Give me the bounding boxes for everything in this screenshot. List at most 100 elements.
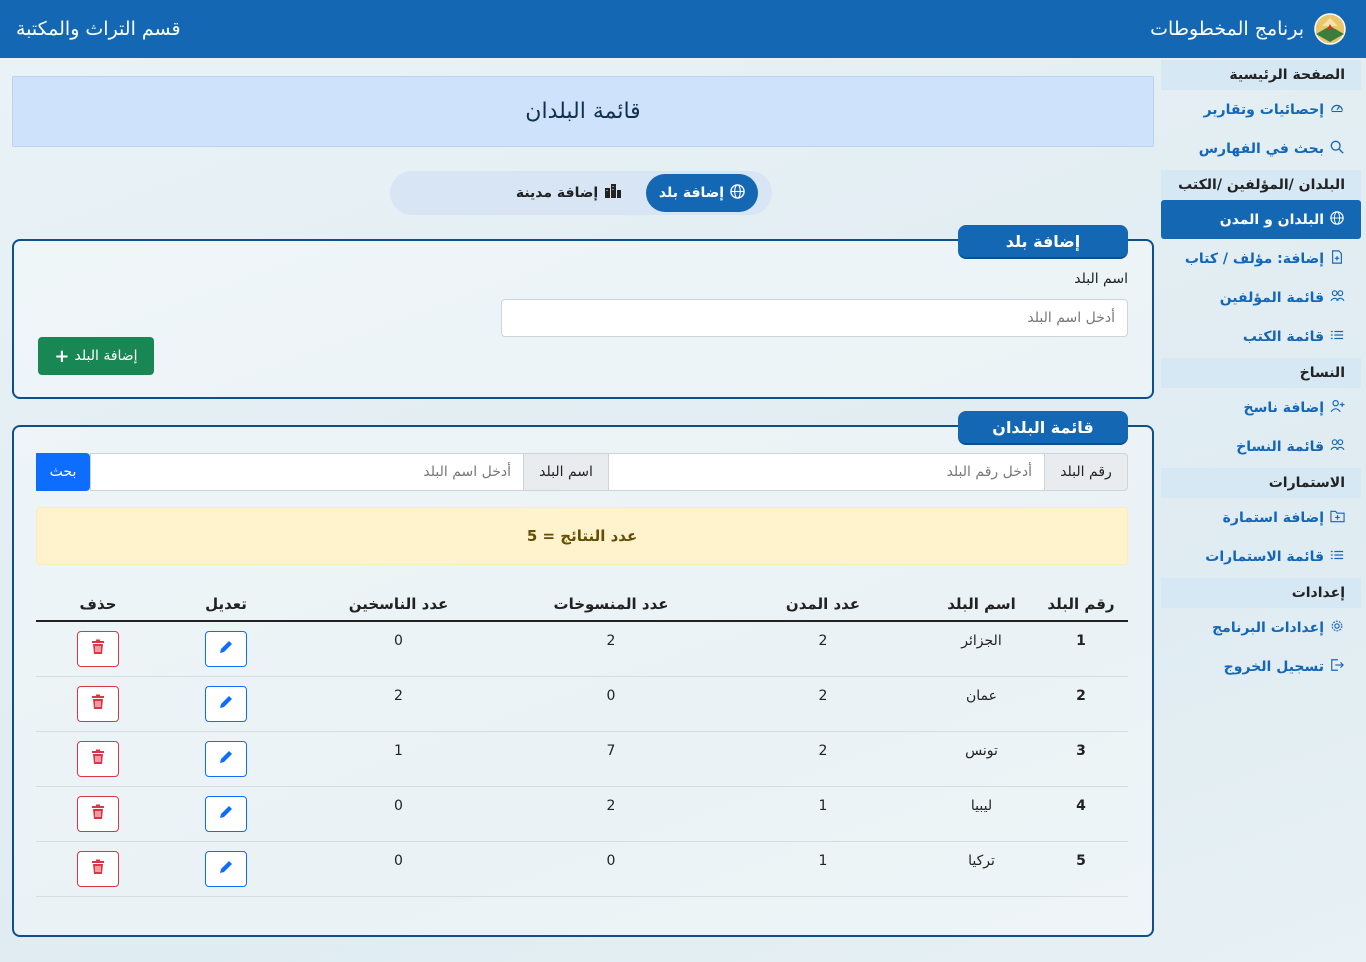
sidebar-section-heading[interactable]: النساخ xyxy=(1161,358,1361,388)
edit-button[interactable] xyxy=(205,850,247,887)
manuscript-count-cell: 2 xyxy=(505,621,717,677)
gear-icon xyxy=(1329,619,1345,637)
country-list-card: قائمة البلدان رقم البلد أدخل رقم البلد ا… xyxy=(12,411,1154,937)
add-country-button[interactable]: إضافة البلد + xyxy=(38,337,154,375)
table-row: 2 عمان 2 0 2 xyxy=(36,676,1128,732)
sidebar-item[interactable]: قائمة الاستمارات xyxy=(1161,537,1361,576)
delete-cell xyxy=(36,731,160,787)
country-name-cell: تونس xyxy=(929,731,1034,787)
country-name-cell: الجزائر xyxy=(929,621,1034,677)
tab-add-country[interactable]: إضافة بلد xyxy=(646,174,758,212)
sidebar-item[interactable]: إضافة: مؤلف / كتاب xyxy=(1161,239,1361,278)
country-number-cell: 1 xyxy=(1034,621,1128,677)
countries-table: رقم البلد اسم البلد عدد المدن عدد المنسوخات… xyxy=(36,587,1128,897)
person-plus-icon xyxy=(1329,399,1345,417)
sidebar-item-label: قائمة الاستمارات xyxy=(1205,548,1324,565)
tab-add-country-label: إضافة بلد xyxy=(658,185,725,201)
page-title: قائمة البلدان xyxy=(12,76,1154,147)
edit-cell xyxy=(160,841,292,897)
delete-button[interactable] xyxy=(77,850,119,887)
table-row: 4 ليبيا 1 2 0 xyxy=(36,786,1128,842)
sidebar-item-label: إعدادات البرنامج xyxy=(1212,619,1324,636)
column-header: عدد المنسوخات xyxy=(505,587,717,622)
globe-icon xyxy=(730,183,745,203)
results-count: عدد النتائج = 5 xyxy=(36,507,1128,565)
country-number-cell: 3 xyxy=(1034,731,1128,787)
add-country-card-tab: إضافة بلد xyxy=(958,225,1128,259)
app-logo-icon xyxy=(1310,12,1350,46)
trash-icon xyxy=(91,749,105,769)
manuscript-count-cell: 0 xyxy=(505,676,717,732)
sidebar-item-label: قائمة الكتب xyxy=(1242,328,1324,345)
num-search-label: رقم البلد xyxy=(1044,453,1128,491)
edit-button[interactable] xyxy=(205,685,247,722)
copyist-count-cell: 1 xyxy=(292,731,505,787)
sidebar-item-label: إضافة استمارة xyxy=(1222,509,1324,526)
pencil-icon xyxy=(218,804,234,824)
search-button[interactable]: بحث xyxy=(36,453,90,491)
country-name-cell: عمان xyxy=(929,676,1034,732)
delete-button[interactable] xyxy=(77,631,119,667)
sidebar-item[interactable]: قائمة الكتب xyxy=(1161,317,1361,356)
form-toggle: إضافة بلد إضافة مدينة xyxy=(390,171,772,215)
sidebar-item[interactable]: قائمة المؤلفين xyxy=(1161,278,1361,317)
num-search-input[interactable]: أدخل رقم البلد xyxy=(608,453,1044,491)
city-count-cell: 2 xyxy=(717,731,929,787)
sidebar-item[interactable]: إضافة استمارة xyxy=(1161,498,1361,537)
tab-add-city[interactable]: إضافة مدينة xyxy=(504,174,634,212)
city-count-cell: 1 xyxy=(717,841,929,897)
sidebar: الصفحة الرئيسية إحصائيات وتقارير بحث في ال… xyxy=(1161,58,1361,686)
sidebar-section-heading[interactable]: الصفحة الرئيسية xyxy=(1161,60,1361,90)
delete-button[interactable] xyxy=(77,795,119,832)
main-content: قائمة البلدان إضافة بلد إضافة مدينة إضاف… xyxy=(12,58,1154,937)
column-header: عدد المدن xyxy=(717,587,929,622)
country-name-cell: تركيا xyxy=(929,841,1034,897)
edit-button[interactable] xyxy=(205,740,247,777)
sidebar-item[interactable]: قائمة النساخ xyxy=(1161,427,1361,466)
add-country-button-label: إضافة البلد xyxy=(74,348,138,364)
people-icon xyxy=(1329,289,1345,307)
copyist-count-cell: 0 xyxy=(292,786,505,842)
sidebar-item[interactable]: بحث في الفهارس xyxy=(1161,129,1361,168)
column-header: تعديل xyxy=(160,587,292,622)
country-number-cell: 2 xyxy=(1034,676,1128,732)
search-bar: رقم البلد أدخل رقم البلد اسم البلد أدخل … xyxy=(36,453,1128,491)
edit-button[interactable] xyxy=(205,631,247,667)
sidebar-section-heading[interactable]: البلدان /المؤلفين /الكتب xyxy=(1161,170,1361,200)
country-name-input[interactable]: أدخل اسم البلد xyxy=(501,299,1128,337)
edit-cell xyxy=(160,731,292,787)
add-country-card: إضافة بلد اسم البلد أدخل اسم البلد إضافة… xyxy=(12,225,1154,399)
sidebar-item-label: قائمة النساخ xyxy=(1236,438,1324,455)
delete-cell xyxy=(36,621,160,677)
edit-button[interactable] xyxy=(205,795,247,832)
name-search-label: اسم البلد xyxy=(523,453,608,491)
copyist-count-cell: 0 xyxy=(292,621,505,677)
copyist-count-cell: 0 xyxy=(292,841,505,897)
city-count-cell: 2 xyxy=(717,676,929,732)
sidebar-section-heading[interactable]: الاستمارات xyxy=(1161,468,1361,498)
sidebar-item[interactable]: البلدان و المدن xyxy=(1161,200,1361,239)
app-brand[interactable]: برنامج المخطوطات xyxy=(1150,12,1350,46)
pencil-icon xyxy=(218,639,234,659)
delete-button[interactable] xyxy=(77,740,119,777)
sidebar-item-label: تسجيل الخروج xyxy=(1223,658,1324,675)
sidebar-item[interactable]: إحصائيات وتقارير xyxy=(1161,90,1361,129)
logout-icon xyxy=(1329,658,1345,676)
delete-button[interactable] xyxy=(77,685,119,722)
name-search-input[interactable]: أدخل اسم البلد xyxy=(90,453,523,491)
sidebar-section-heading[interactable]: إعدادات xyxy=(1161,578,1361,608)
sidebar-item-label: إضافة: مؤلف / كتاب xyxy=(1184,250,1324,267)
globe-icon xyxy=(1329,210,1345,229)
edit-cell xyxy=(160,786,292,842)
sidebar-item-label: بحث في الفهارس xyxy=(1198,140,1324,157)
sidebar-item[interactable]: إضافة ناسخ xyxy=(1161,388,1361,427)
country-name-label: اسم البلد xyxy=(1074,271,1128,287)
table-header: رقم البلد اسم البلد عدد المدن عدد المنسوخات… xyxy=(36,587,1128,622)
top-navbar: قسم التراث والمكتبة برنامج المخطوطات xyxy=(0,0,1366,58)
city-count-cell: 2 xyxy=(717,621,929,677)
sidebar-item[interactable]: إعدادات البرنامج xyxy=(1161,608,1361,647)
column-header: رقم البلد xyxy=(1034,587,1128,622)
trash-icon xyxy=(91,694,105,714)
delete-cell xyxy=(36,841,160,897)
sidebar-item[interactable]: تسجيل الخروج xyxy=(1161,647,1361,686)
